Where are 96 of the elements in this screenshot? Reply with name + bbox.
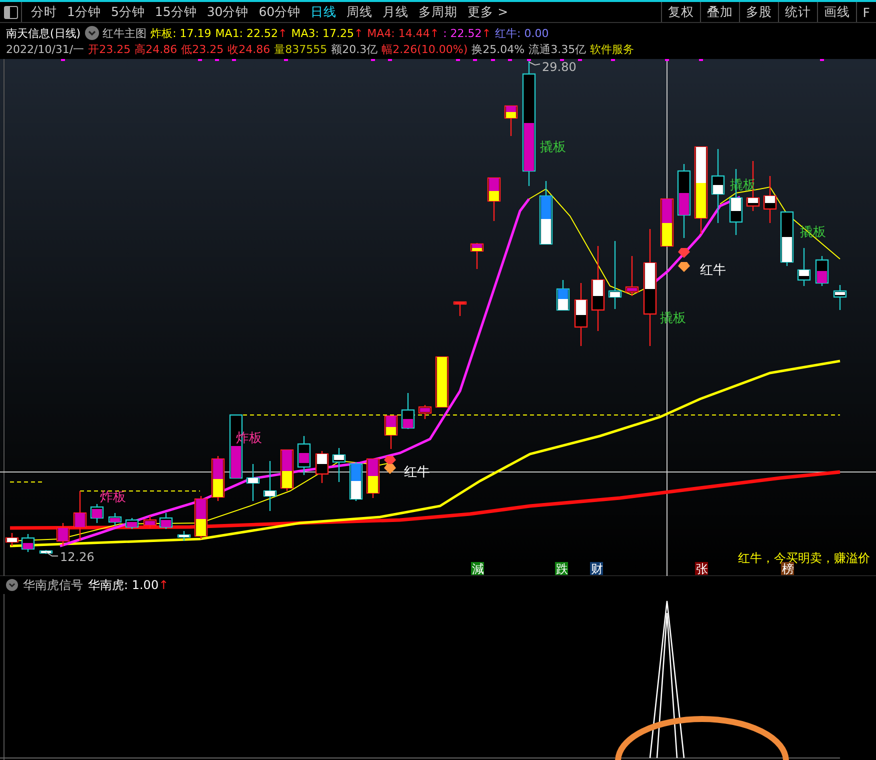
- candlestick: [435, 356, 449, 408]
- quote-value: 额20.3亿: [331, 42, 378, 56]
- candlestick: [833, 285, 847, 310]
- candlestick: [56, 523, 70, 546]
- candlestick: [21, 534, 35, 552]
- candlestick: [401, 393, 415, 429]
- toolbar-button[interactable]: 统计: [778, 2, 817, 22]
- period-tab[interactable]: 15分钟: [150, 2, 202, 22]
- signal-label: 炸板: [100, 490, 126, 505]
- period-tab[interactable]: 更多 >: [462, 2, 514, 22]
- toolbar-button[interactable]: 画线: [816, 2, 856, 22]
- candlestick: [504, 105, 518, 136]
- leader-line: [528, 62, 540, 66]
- low-price-label: 12.26: [60, 550, 94, 564]
- candlestick: [556, 280, 570, 311]
- period-tab[interactable]: 5分钟: [106, 2, 150, 22]
- candlestick: [125, 518, 139, 529]
- candlestick: [108, 513, 122, 526]
- period-tab[interactable]: 日线: [306, 2, 342, 22]
- gem-icon: [678, 262, 690, 272]
- toolbar-button[interactable]: 多股: [738, 2, 778, 22]
- candlestick: [143, 516, 157, 528]
- signal-badge: 跌: [555, 562, 568, 576]
- candlestick: [73, 491, 87, 541]
- candlestick: [763, 176, 777, 223]
- candlestick: [384, 415, 398, 449]
- candlestick: [660, 198, 674, 247]
- signal-label: 红牛: [700, 263, 726, 278]
- signal-badge: 榜: [781, 562, 794, 576]
- quote-value: 软件服务: [590, 42, 634, 56]
- candlestick: [177, 531, 191, 541]
- quote-value: 流通3.35亿: [528, 42, 586, 56]
- gem-icon: [384, 464, 396, 474]
- gem-icon: [678, 248, 690, 258]
- quote-value: 换25.04%: [472, 42, 525, 56]
- high-price-label: 29.80: [542, 60, 576, 74]
- toolbar-button[interactable]: 复权: [660, 2, 700, 22]
- period-tab[interactable]: 60分钟: [254, 2, 306, 22]
- indicator-value: 红牛: 0.00: [495, 26, 549, 40]
- candlestick: [297, 436, 311, 475]
- candlestick: [418, 405, 432, 419]
- candlestick: [90, 504, 104, 523]
- quote-value: 2022/10/31/一: [6, 42, 84, 56]
- indicator-value: MA1: 22.52↑: [215, 26, 288, 40]
- indicator-name: 华南虎信号: [23, 576, 83, 594]
- quote-value: 开23.25: [88, 42, 131, 56]
- signal-badge: 減: [471, 562, 484, 576]
- chevron-down-icon[interactable]: [84, 26, 99, 40]
- indicator-value: 华南虎: 1.00↑: [88, 576, 169, 594]
- candlestick: [159, 513, 173, 529]
- indicator-value: MA4: 14.44↑: [367, 26, 440, 40]
- candlestick: [315, 451, 329, 483]
- quote-value: 高24.86: [134, 42, 178, 56]
- period-tab[interactable]: 周线: [342, 2, 378, 22]
- candlestick: [797, 248, 811, 286]
- period-tab[interactable]: 多周期: [414, 2, 463, 22]
- quote-value: 量837555: [274, 42, 328, 56]
- candlestick: [815, 256, 829, 286]
- candlestick: [263, 461, 277, 511]
- signal-label: 撬板: [540, 140, 566, 155]
- indicator-value: 炸板: 17.19: [150, 26, 212, 40]
- candlestick: [453, 301, 467, 316]
- candlestick: [574, 283, 588, 346]
- candlestick: [366, 458, 380, 498]
- signal-badge: 财: [590, 562, 603, 576]
- quote-value: 收24.86: [228, 42, 270, 56]
- candlestick: [332, 448, 346, 482]
- toolbar-button[interactable]: F: [856, 2, 876, 22]
- candlestick: [349, 462, 363, 501]
- candlestick: [39, 550, 53, 554]
- quote-value: 低23.25: [181, 42, 224, 56]
- leader-line: [46, 552, 58, 556]
- indicator-name: 红牛主图: [102, 26, 147, 40]
- candlestick: [608, 241, 622, 309]
- candlestick: [487, 177, 501, 221]
- chevron-down-icon[interactable]: [6, 579, 18, 591]
- gem-icon: [384, 456, 396, 466]
- candlestick: [470, 243, 484, 269]
- stock-title: 南天信息(日线): [6, 26, 81, 40]
- quote-value: 幅2.26(10.00%): [382, 42, 468, 56]
- candlestick: [539, 181, 553, 245]
- indicator-value: : 22.52↑: [443, 26, 492, 40]
- period-tab[interactable]: 30分钟: [202, 2, 254, 22]
- period-tab[interactable]: 月线: [378, 2, 414, 22]
- candlestick: [280, 449, 294, 491]
- toolbar-button[interactable]: 叠加: [700, 2, 739, 22]
- period-tab[interactable]: 分时: [26, 2, 62, 22]
- candlestick: [246, 464, 260, 501]
- candlestick: [780, 211, 794, 266]
- signal-badge: 张: [695, 562, 708, 576]
- candlestick: [211, 456, 225, 501]
- candlestick: [5, 533, 19, 546]
- period-tab[interactable]: 1分钟: [62, 2, 106, 22]
- candlestick: [194, 496, 208, 539]
- candlestick: [625, 256, 639, 296]
- indicator-value: MA3: 17.25↑: [291, 26, 364, 40]
